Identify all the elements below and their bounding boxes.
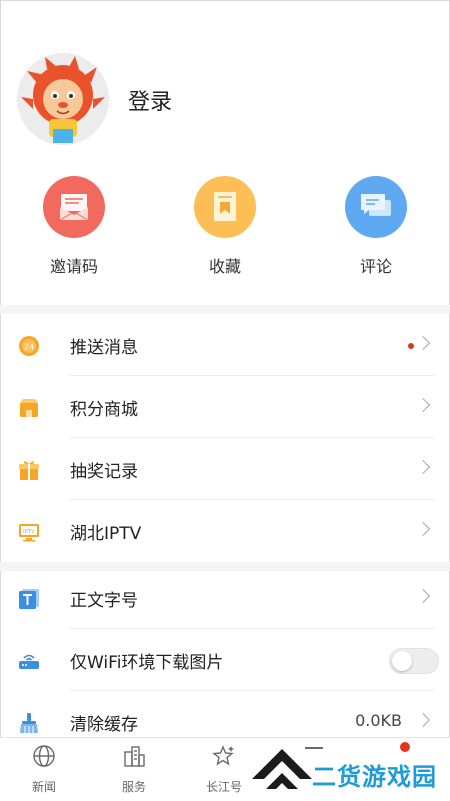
tab-label: 长江号 — [205, 780, 242, 794]
wifi-only-toggle[interactable] — [389, 648, 439, 674]
avatar[interactable] — [17, 53, 109, 145]
shop-icon — [18, 397, 40, 419]
login-label[interactable]: 登录 — [128, 84, 172, 116]
broom-icon — [18, 712, 40, 734]
menu-item-hubei-iptv[interactable]: IPTV 湖北IPTV — [0, 500, 450, 562]
push-24-icon: 24 — [18, 335, 40, 357]
invite-code-button[interactable]: 邀请码 — [29, 176, 119, 277]
tab-news[interactable]: 新闻 — [14, 744, 74, 795]
section-divider — [0, 305, 450, 314]
menu-item-label: 抽奖记录 — [70, 462, 138, 482]
settings-item-label: 清除缓存 — [70, 715, 138, 735]
tab-label: 服务 — [121, 780, 146, 794]
menu-item-lottery-record[interactable]: 抽奖记录 — [0, 438, 450, 500]
svg-text:24: 24 — [24, 343, 34, 352]
comments-button[interactable]: 评论 — [331, 176, 421, 277]
cache-size-value: 0.0KB — [355, 711, 402, 730]
settings-item-wifi-only-images: 仅WiFi环境下载图片 — [0, 629, 450, 691]
chevron-right-icon — [415, 588, 431, 604]
chevron-right-icon — [415, 335, 431, 351]
bookmark-icon — [194, 176, 256, 238]
globe-icon — [32, 744, 56, 768]
star-icon — [212, 744, 236, 768]
settings-item-label: 正文字号 — [70, 591, 138, 611]
settings-item-font-size[interactable]: 正文字号 — [0, 567, 450, 629]
router-icon — [18, 650, 40, 672]
watermark-text: 二货游戏园 — [312, 763, 437, 791]
profile-header[interactable]: 登录 — [0, 50, 450, 150]
unread-dot — [408, 343, 414, 349]
chevron-right-icon — [415, 521, 431, 537]
chevron-right-icon — [415, 459, 431, 475]
invite-code-label: 邀请码 — [49, 257, 98, 276]
gift-icon — [18, 459, 40, 481]
menu-item-label: 推送消息 — [70, 338, 138, 358]
menu-item-push-messages[interactable]: 24 推送消息 — [0, 314, 450, 376]
comment-icon — [345, 176, 407, 238]
toggle-knob — [392, 651, 412, 671]
menu-item-label: 湖北IPTV — [70, 524, 142, 544]
chevron-right-icon — [415, 712, 431, 728]
comments-label: 评论 — [359, 257, 392, 276]
settings-item-label: 仅WiFi环境下载图片 — [70, 653, 224, 673]
menu-item-label: 积分商城 — [70, 400, 138, 420]
tab-changjiang[interactable]: 长江号 — [194, 744, 254, 795]
iptv-icon: IPTV — [18, 521, 40, 543]
svg-text:IPTV: IPTV — [23, 529, 35, 535]
favorites-label: 收藏 — [208, 257, 241, 276]
tab-services[interactable]: 服务 — [104, 744, 164, 795]
menu-item-points-mall[interactable]: 积分商城 — [0, 376, 450, 438]
envelope-icon — [43, 176, 105, 238]
favorites-button[interactable]: 收藏 — [180, 176, 270, 277]
building-icon — [122, 744, 146, 768]
font-size-icon — [18, 588, 40, 610]
tab-label: 新闻 — [31, 780, 56, 794]
site-watermark: 二货游戏园 — [252, 745, 450, 800]
chevron-right-icon — [415, 397, 431, 413]
